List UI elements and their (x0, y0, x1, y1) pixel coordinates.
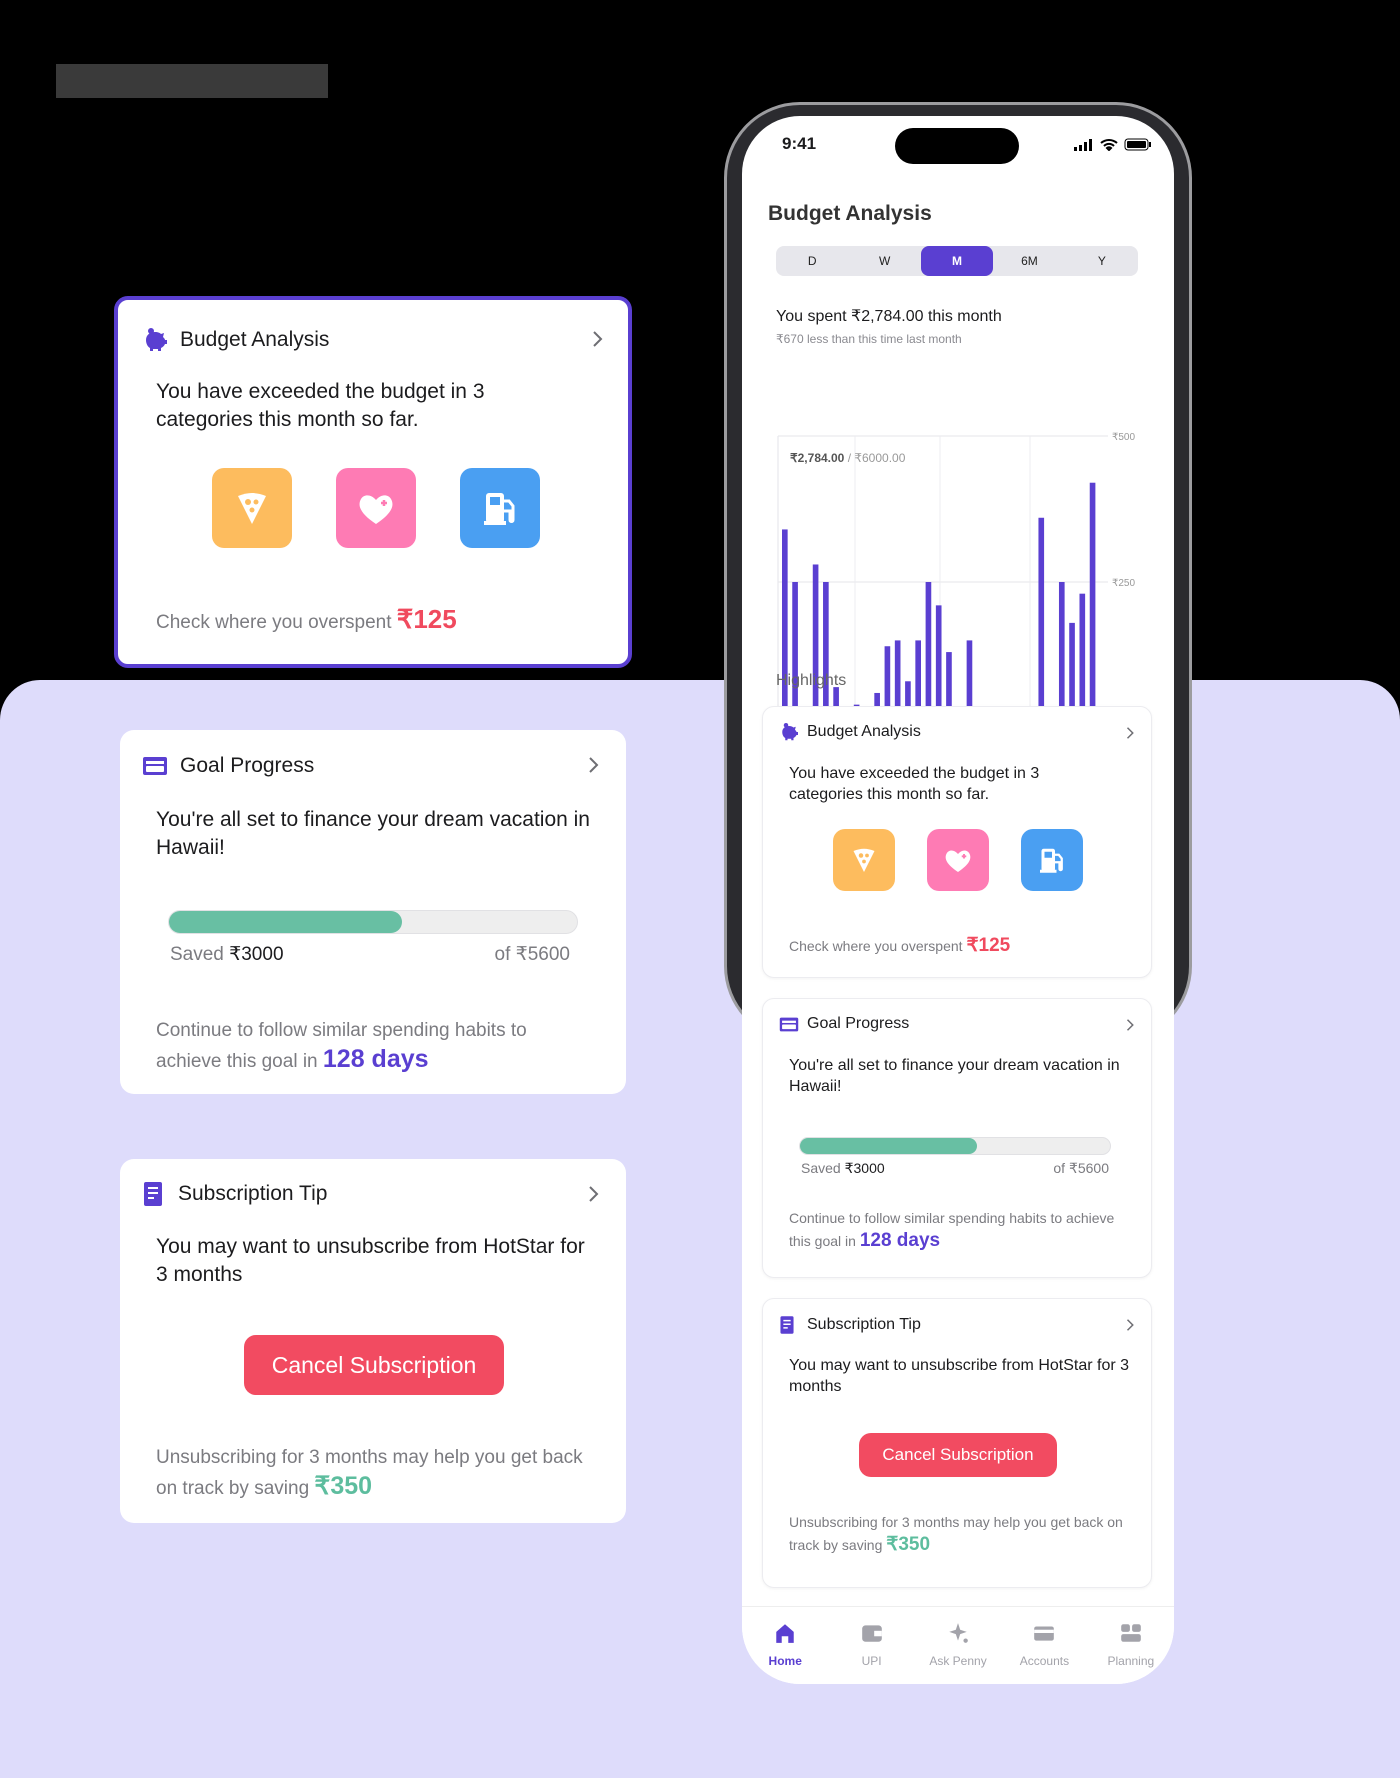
redacted-logo (56, 64, 328, 98)
spending-bar-chart: ₹500₹250₹0Wk1Wk2Wk3Wk4₹2,784.00 / ₹6000.… (777, 432, 1135, 747)
chevron-right-icon[interactable] (588, 1185, 600, 1207)
progress-fill (800, 1138, 977, 1154)
dynamic-island (895, 128, 1019, 164)
card-title: Goal Progress (180, 754, 315, 777)
card-footer: Continue to follow similar spending habi… (789, 1210, 1115, 1251)
subscription-tip-card-large[interactable]: Subscription Tip You may want to unsubsc… (120, 1159, 626, 1523)
nav-label: Ask Penny (929, 1654, 987, 1668)
card-icon (1032, 1621, 1056, 1648)
spent-comparison: ₹670 less than this time last month (776, 332, 962, 346)
chart-bar (1089, 482, 1096, 728)
card-footer: Continue to follow similar spending habi… (156, 1020, 527, 1074)
card-title: Subscription Tip (807, 1316, 921, 1333)
nav-label: Planning (1107, 1654, 1155, 1668)
period-selector[interactable]: D W M 6M Y (776, 246, 1138, 276)
subscription-tip-card[interactable]: Subscription Tip You may want to unsubsc… (762, 1298, 1152, 1588)
nav-accounts[interactable]: Accounts (1001, 1607, 1087, 1684)
budget-analysis-card-large[interactable]: Budget Analysis You have exceeded the bu… (114, 296, 632, 668)
heart-plus-icon (927, 829, 989, 891)
status-icons (1074, 138, 1152, 151)
card-body: You're all set to finance your dream vac… (789, 1057, 1120, 1096)
goal-total: of ₹5600 (1053, 1160, 1109, 1176)
period-tab-6m[interactable]: 6M (993, 246, 1065, 276)
battery-icon (1124, 138, 1151, 151)
fuel-icon (460, 468, 540, 548)
card-body: You have exceeded the budget in 3 catego… (789, 765, 1040, 804)
nav-label: Home (768, 1654, 802, 1668)
card-body: You may want to unsubscribe from HotStar… (156, 1235, 585, 1286)
goal-progress-card-large[interactable]: Goal Progress You're all set to finance … (120, 730, 626, 1094)
card-title: Budget Analysis (180, 328, 330, 351)
goal-progress-bar (168, 910, 578, 934)
card-footer: Unsubscribing for 3 months may help you … (789, 1514, 1123, 1555)
goal-progress-card[interactable]: Goal Progress You're all set to finance … (762, 998, 1152, 1278)
progress-fill (169, 911, 402, 933)
nav-home[interactable]: Home (742, 1607, 828, 1684)
wallet-icon (143, 757, 167, 775)
wallet-icon (860, 1621, 884, 1648)
bottom-navigation: Home UPI Ask Penny Accounts Planning (742, 1606, 1174, 1684)
status-time: 9:41 (782, 134, 817, 153)
highlights-heading: Highlights (776, 672, 847, 689)
page-title: Budget Analysis (768, 202, 932, 225)
saved-amount: Saved ₹3000 (801, 1160, 885, 1176)
signal-icon (1074, 139, 1092, 151)
chart-label: ₹2,784.00 / ₹6000.00 (790, 451, 906, 465)
pizza-icon (833, 829, 895, 891)
card-title: Subscription Tip (178, 1182, 328, 1205)
nav-ask-penny[interactable]: Ask Penny (915, 1607, 1001, 1684)
card-title: Budget Analysis (807, 723, 921, 740)
wifi-icon (1100, 139, 1118, 151)
card-body: You have exceeded the budget in 3 catego… (156, 380, 485, 431)
goal-total: of ₹5600 (494, 944, 570, 965)
wallet-icon (779, 1017, 799, 1031)
piggy-bank-icon (782, 723, 798, 741)
period-tab-m[interactable]: M (920, 246, 994, 276)
fuel-icon (1021, 829, 1083, 891)
budget-analysis-card[interactable]: Budget Analysis You have exceeded the bu… (762, 706, 1152, 978)
period-tab-w[interactable]: W (848, 246, 920, 276)
y-tick-label: ₹250 (1112, 578, 1135, 589)
period-tab-y[interactable]: Y (1066, 246, 1138, 276)
card-footer: Check where you overspent ₹125 (156, 604, 457, 634)
pizza-icon (212, 468, 292, 548)
chart-bar (812, 564, 819, 728)
chevron-right-icon[interactable] (588, 756, 600, 778)
nav-planning[interactable]: Planning (1088, 1607, 1174, 1684)
card-body: You're all set to finance your dream vac… (156, 808, 590, 859)
cancel-subscription-button[interactable]: Cancel Subscription (244, 1335, 504, 1395)
nav-label: Accounts (1019, 1654, 1070, 1668)
grid-icon (1119, 1621, 1143, 1648)
home-icon (773, 1621, 797, 1648)
receipt-icon (144, 1182, 162, 1206)
card-footer: Check where you overspent ₹125 (789, 935, 1011, 956)
cancel-subscription-button[interactable]: Cancel Subscription (859, 1433, 1057, 1477)
chart-bar (1038, 517, 1045, 728)
saved-amount: Saved ₹3000 (170, 944, 284, 965)
nav-upi[interactable]: UPI (828, 1607, 914, 1684)
card-footer: Unsubscribing for 3 months may help you … (156, 1447, 583, 1501)
goal-progress-bar (799, 1137, 1111, 1155)
card-body: You may want to unsubscribe from HotStar… (789, 1357, 1130, 1396)
receipt-icon (780, 1316, 794, 1334)
period-tab-d[interactable]: D (776, 246, 848, 276)
spent-summary: You spent ₹2,784.00 this month (776, 308, 1002, 325)
card-title: Goal Progress (807, 1015, 910, 1032)
chevron-right-icon[interactable] (592, 330, 604, 352)
y-tick-label: ₹500 (1112, 432, 1135, 443)
heart-plus-icon (336, 468, 416, 548)
chevron-right-icon[interactable] (1126, 1017, 1135, 1036)
nav-label: UPI (861, 1654, 882, 1668)
sparkle-icon (946, 1621, 970, 1648)
chart-bar (782, 529, 788, 728)
piggy-bank-icon (146, 328, 167, 351)
chevron-right-icon[interactable] (1126, 725, 1135, 744)
chevron-right-icon[interactable] (1126, 1317, 1135, 1336)
phone-screen: 9:41 Budget Analysis D W M 6M Y You spent ₹2… (742, 116, 1174, 1684)
